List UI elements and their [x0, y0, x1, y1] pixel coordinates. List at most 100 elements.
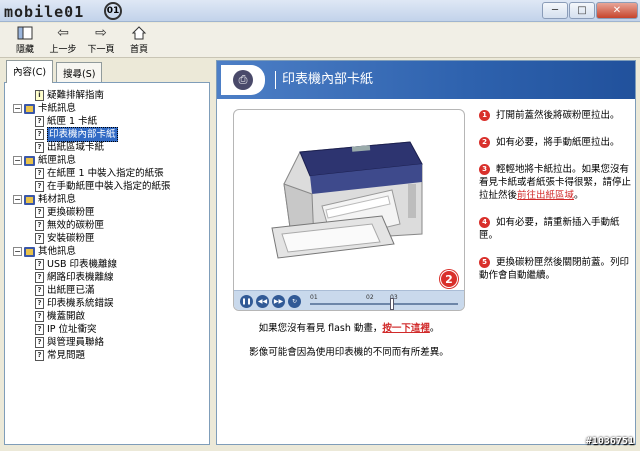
minimize-button[interactable]: ─: [542, 2, 568, 19]
hide-pane-icon: [17, 26, 33, 42]
progress-track[interactable]: 01 02 03: [310, 294, 458, 310]
navigation-pane: 內容(C) 搜尋(S) i 疑難排解指南 − 卡紙訊息 ? 紙匣 1 卡紙 ? 印表機內…: [4, 60, 210, 445]
back-label: 上一步: [49, 44, 77, 55]
progress-thumb[interactable]: [390, 298, 394, 310]
tree-item-jam-output[interactable]: ? 出紙區域卡紙: [13, 141, 209, 154]
toolbar: 隱藏 ⇦ 上一步 ⇨ 下一頁 首頁: [0, 23, 640, 58]
help-page-icon: ?: [35, 285, 44, 296]
page-title: 印表機內部卡紙: [275, 71, 373, 89]
arrow-left-icon: ⇦: [57, 24, 69, 41]
help-page-icon: ?: [35, 311, 44, 322]
tree-item-invalid-toner[interactable]: ? 無效的碳粉匣: [13, 219, 209, 232]
help-page-icon: ?: [35, 324, 44, 335]
tree-item-contact-admin[interactable]: ? 與管理員聯絡: [13, 336, 209, 349]
collapse-icon[interactable]: −: [13, 104, 22, 113]
tree-item-ip-conflict[interactable]: ? IP 位址衝突: [13, 323, 209, 336]
tree-item-net-offline[interactable]: ? 網路印表機離線: [13, 271, 209, 284]
forward-label: 下一頁: [87, 44, 115, 55]
help-page-icon: ?: [35, 337, 44, 348]
hide-button[interactable]: 隱藏: [8, 23, 42, 57]
step-badge: 2: [440, 270, 458, 288]
info-page-icon: i: [35, 90, 44, 101]
home-button[interactable]: 首頁: [122, 23, 156, 57]
flash-caption: 如果您沒有看見 flash 動畫，按一下這裡。: [258, 323, 440, 334]
window-controls: ─ □ ✕: [542, 2, 638, 20]
tree-item-output-full[interactable]: ? 出紙匣已滿: [13, 284, 209, 297]
hide-label: 隱藏: [15, 44, 34, 55]
logo-badge: 01: [104, 2, 122, 20]
step-3: 3 輕輕地將卡紙拉出。如果您沒有看見卡紙或者紙張卡得很緊，請停止拉扯然後前往出紙區…: [479, 164, 632, 201]
tick-label: 02: [366, 294, 374, 301]
image-note: 影像可能會因為使用印表機的不同而有所差異。: [249, 347, 449, 358]
banner-badge: ⎙: [221, 65, 265, 95]
content-pane: ⎙ 印表機內部卡紙 2 ❚❚ ◀◀ ▶▶ ↻ 01 02 03: [216, 60, 636, 445]
tree-item-supply-msgs[interactable]: − 耗材訊息: [13, 193, 209, 206]
tree-item-tray1-load[interactable]: ? 在紙匣 1 中裝入指定的紙張: [13, 167, 209, 180]
open-book-icon: [24, 246, 35, 257]
click-here-link[interactable]: 按一下這裡: [382, 323, 430, 334]
open-book-icon: [24, 155, 35, 166]
content-banner: ⎙ 印表機內部卡紙: [217, 61, 635, 99]
help-page-icon: ?: [35, 259, 44, 270]
help-page-icon: ?: [35, 168, 44, 179]
home-label: 首頁: [129, 44, 148, 55]
help-page-icon: ?: [35, 220, 44, 231]
tab-contents[interactable]: 內容(C): [6, 60, 54, 83]
collapse-icon[interactable]: −: [13, 195, 22, 204]
forward-button[interactable]: ⇨ 下一頁: [84, 23, 118, 57]
help-page-icon: ?: [35, 129, 44, 140]
printer-illustration: [271, 141, 423, 259]
help-page-icon: ?: [35, 181, 44, 192]
replay-icon[interactable]: ↻: [288, 295, 301, 308]
tick-label: 01: [310, 294, 318, 301]
help-page-icon: ?: [35, 233, 44, 244]
logo-text: mobile01: [4, 3, 85, 21]
tree-item-tray-msgs[interactable]: − 紙匣訊息: [13, 154, 209, 167]
title-bar: mobile01 01 ─ □ ✕: [0, 0, 640, 22]
open-book-icon: [24, 194, 35, 205]
tree-item-paper-jam[interactable]: − 卡紙訊息: [13, 102, 209, 115]
open-book-icon: [24, 103, 35, 114]
back-button[interactable]: ⇦ 上一步: [46, 23, 80, 57]
help-page-icon: ?: [35, 116, 44, 127]
help-page-icon: ?: [35, 298, 44, 309]
app-logo: mobile01 01: [4, 2, 124, 21]
tree-item-cover-open[interactable]: ? 機蓋開啟: [13, 310, 209, 323]
output-area-link[interactable]: 前往出紙區域: [517, 190, 574, 201]
tree-item-install-toner[interactable]: ? 安裝碳粉匣: [13, 232, 209, 245]
tree-item-faq[interactable]: ? 常見問題: [13, 349, 209, 362]
watermark: #1036751: [585, 436, 634, 447]
home-icon: [131, 25, 147, 42]
step-5: 5 更換碳粉匣然後關閉前蓋。列印動作會自動繼續。: [479, 257, 630, 281]
previous-icon[interactable]: ◀◀: [256, 295, 269, 308]
help-page-icon: ?: [35, 142, 44, 153]
maximize-button[interactable]: □: [569, 2, 595, 19]
arrow-right-icon: ⇨: [95, 24, 107, 41]
help-page-icon: ?: [35, 272, 44, 283]
tree-item-replace-toner[interactable]: ? 更換碳粉匣: [13, 206, 209, 219]
tree-item-troubleshooting[interactable]: i 疑難排解指南: [13, 89, 209, 102]
instruction-steps: 1 打開前蓋然後將碳粉匣拉出。 2 如有必要，將手動紙匣拉出。 3 輕輕地將卡紙拉出。…: [479, 109, 631, 296]
help-page-icon: ?: [35, 350, 44, 361]
tree-item-jam-inside[interactable]: ? 印表機內部卡紙: [13, 127, 209, 142]
contents-tree: i 疑難排解指南 − 卡紙訊息 ? 紙匣 1 卡紙 ? 印表機內部卡紙 ? 出紙區域卡紙 …: [4, 82, 210, 445]
collapse-icon[interactable]: −: [13, 156, 22, 165]
help-page-icon: ?: [35, 207, 44, 218]
tree-item-system-error[interactable]: ? 印表機系統錯誤: [13, 297, 209, 310]
close-button[interactable]: ✕: [596, 2, 638, 19]
step-1: 1 打開前蓋然後將碳粉匣拉出。: [479, 109, 631, 122]
tree-item-other-msgs[interactable]: − 其他訊息: [13, 245, 209, 258]
pause-icon[interactable]: ❚❚: [240, 295, 253, 308]
next-icon[interactable]: ▶▶: [272, 295, 285, 308]
step-2: 2 如有必要，將手動紙匣拉出。: [479, 136, 631, 149]
pane-splitter[interactable]: [211, 60, 215, 445]
step-4: 4 如有必要，請重新插入手動紙匣。: [479, 217, 620, 241]
collapse-icon[interactable]: −: [13, 247, 22, 256]
tree-item-usb-offline[interactable]: ? USB 印表機離線: [13, 258, 209, 271]
tree-item-manual-load[interactable]: ? 在手動紙匣中裝入指定的紙張: [13, 180, 209, 193]
player-controls: ❚❚ ◀◀ ▶▶ ↻ 01 02 03: [234, 290, 464, 310]
nav-tabs: 內容(C) 搜尋(S): [4, 60, 210, 83]
flash-animation[interactable]: 2 ❚❚ ◀◀ ▶▶ ↻ 01 02 03: [233, 109, 465, 311]
tab-search[interactable]: 搜尋(S): [56, 62, 103, 82]
printer-icon: ⎙: [233, 70, 253, 90]
